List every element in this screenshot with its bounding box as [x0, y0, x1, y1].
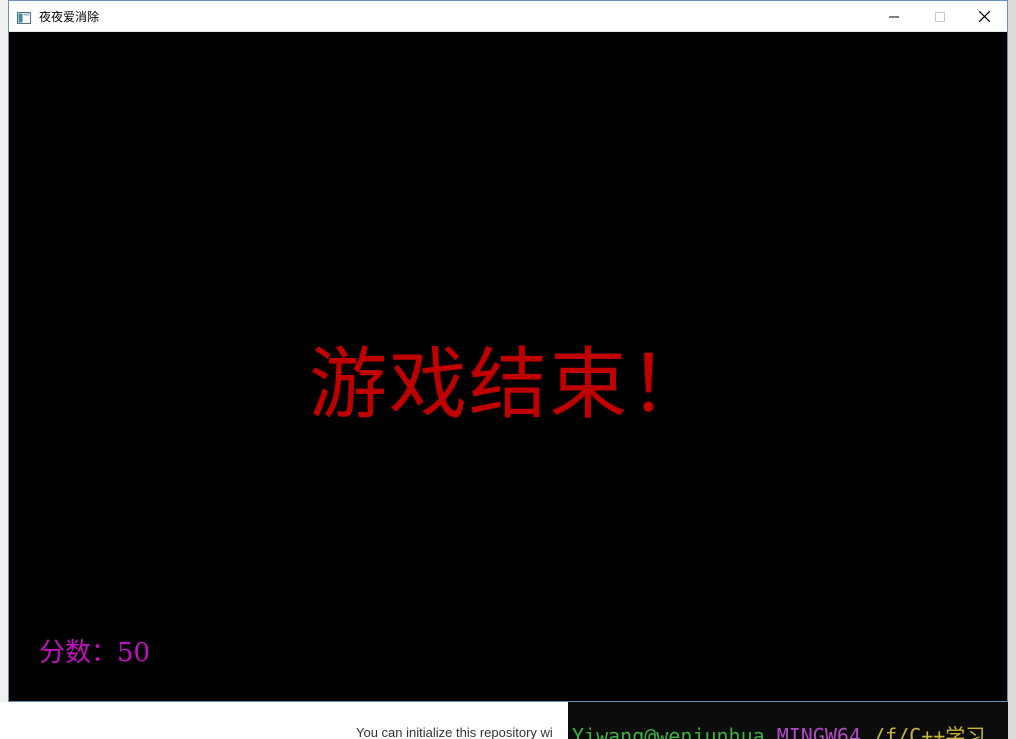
minimize-icon	[889, 7, 899, 26]
score-value: 50	[117, 638, 151, 668]
maximize-icon	[935, 7, 945, 26]
background-repo-hint: You can initialize this repository wi	[356, 725, 553, 739]
background-terminal-prompt: Yiwang@wenjunhua MINGW64 /f/C++学习	[572, 720, 985, 739]
score-display: 分数：50	[39, 632, 150, 669]
game-canvas[interactable]: 游戏结束！ 分数：50	[9, 32, 1007, 701]
terminal-path: /f/C++学习	[873, 724, 986, 739]
terminal-user: Yiwang@wenjunhua	[572, 724, 765, 739]
score-label: 分数：	[39, 638, 118, 668]
app-window-icon	[17, 9, 31, 24]
terminal-env: MINGW64	[776, 724, 861, 739]
minimize-button[interactable]	[871, 1, 917, 31]
title-bar[interactable]: 夜夜爱消除	[9, 1, 1007, 32]
game-window: 夜夜爱消除 游戏结束！ 分数：50	[8, 0, 1008, 702]
background-window-edge	[1008, 0, 1016, 739]
desktop: You can initialize this repository wi Yi…	[0, 0, 1016, 739]
game-over-message: 游戏结束！	[309, 340, 710, 430]
maximize-button[interactable]	[917, 1, 963, 31]
close-icon	[978, 7, 990, 26]
close-button[interactable]	[961, 1, 1007, 31]
window-title: 夜夜爱消除	[39, 10, 100, 24]
